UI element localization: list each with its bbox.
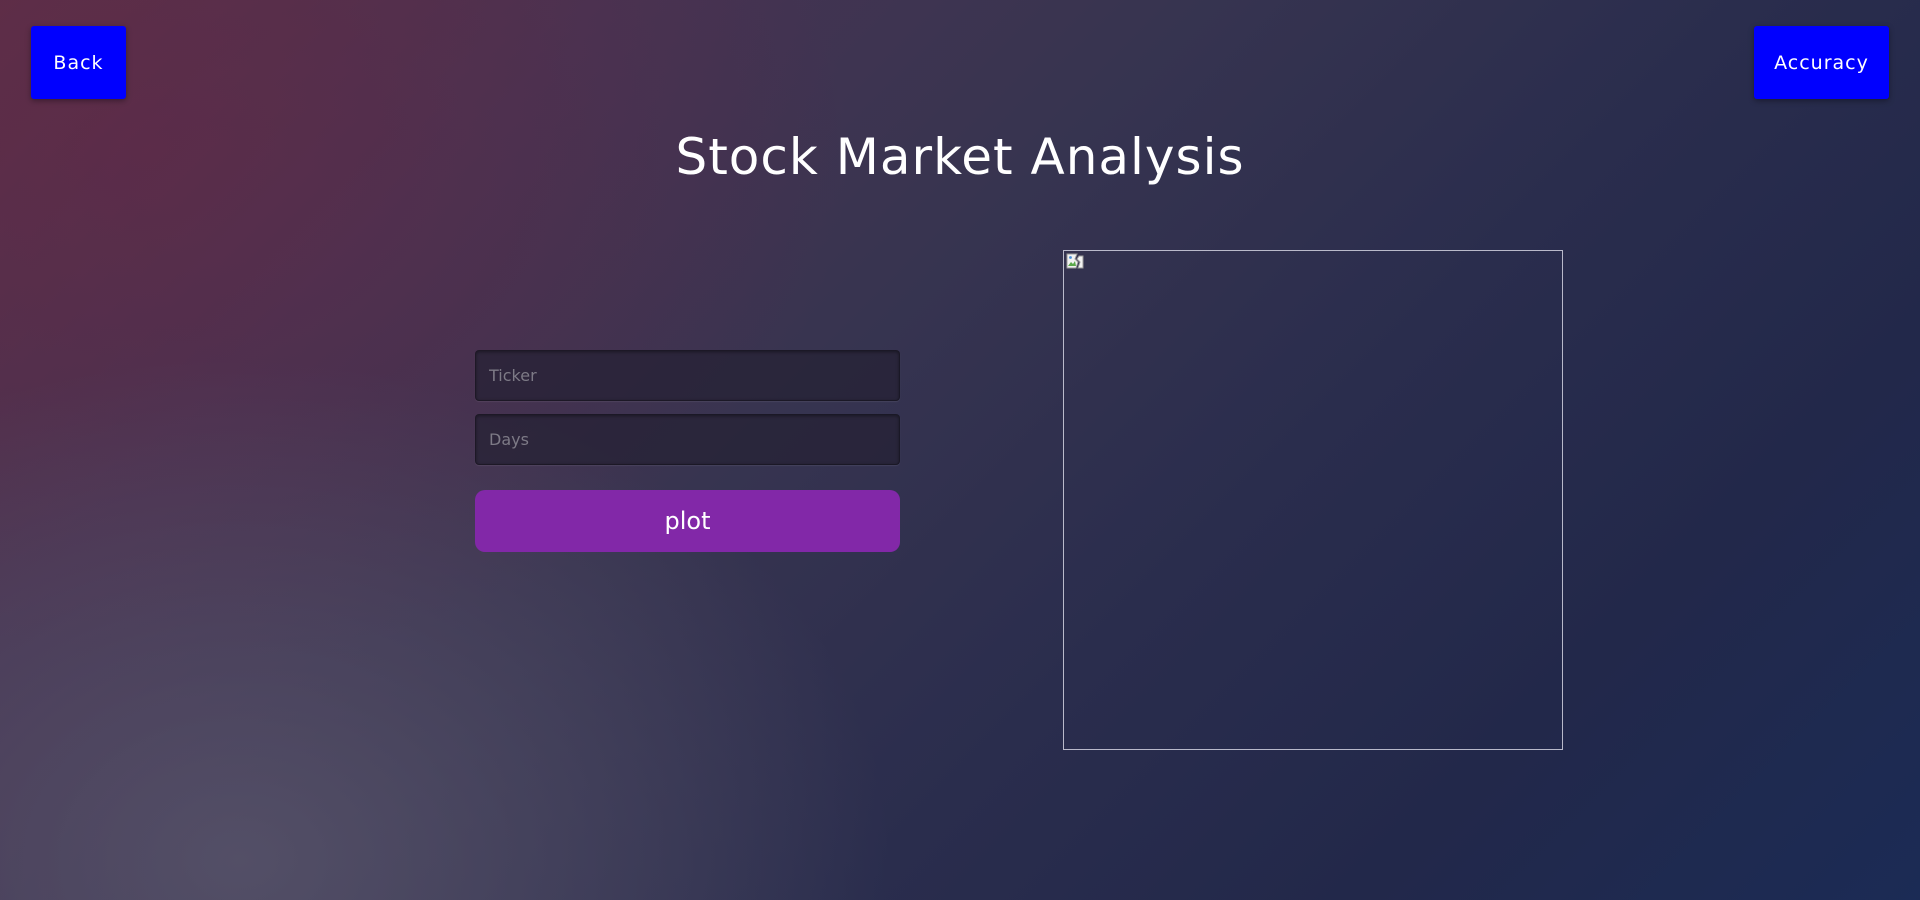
plot-form: plot [475,350,900,552]
plot-button[interactable]: plot [475,490,900,552]
broken-image-icon [1066,253,1084,269]
back-button[interactable]: Back [31,26,126,99]
days-input[interactable] [475,414,900,465]
plot-image [1063,250,1563,750]
ticker-input[interactable] [475,350,900,401]
accuracy-button[interactable]: Accuracy [1754,26,1889,99]
page-title: Stock Market Analysis [675,128,1245,186]
